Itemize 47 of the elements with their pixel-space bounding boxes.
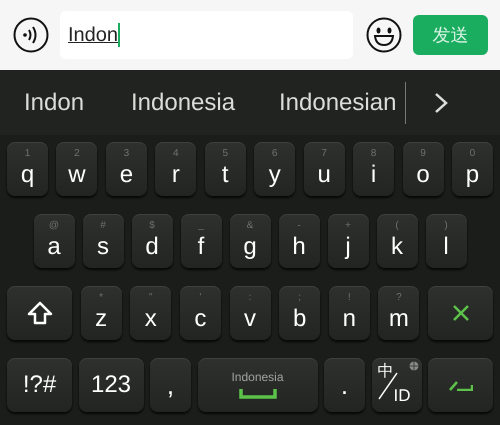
letter-key[interactable]: - h xyxy=(278,214,320,268)
delete-key[interactable] xyxy=(428,286,493,340)
letter-key[interactable]: 2 w xyxy=(56,142,98,196)
suggestion-item[interactable]: Indon xyxy=(24,84,131,120)
letter-key[interactable]: ' c xyxy=(180,286,221,340)
punctuation-key[interactable]: , xyxy=(150,358,191,412)
globe-icon xyxy=(408,361,418,371)
suggestion-item[interactable]: Indonesian xyxy=(279,84,396,120)
enter-key[interactable] xyxy=(428,358,493,412)
letter-key[interactable]: ; b xyxy=(279,286,320,340)
suggestion-item[interactable]: Indonesia xyxy=(131,84,279,120)
shift-key[interactable] xyxy=(7,286,72,340)
chevron-right-icon xyxy=(434,92,448,114)
letter-key[interactable]: ? m xyxy=(378,286,420,340)
letter-key[interactable]: _ f xyxy=(180,214,222,268)
letter-key[interactable]: 1 q xyxy=(7,142,48,196)
close-icon xyxy=(452,304,470,322)
letter-key[interactable]: + j xyxy=(328,214,368,268)
letter-key[interactable]: 9 o xyxy=(402,142,444,196)
letter-key[interactable]: # s xyxy=(82,214,124,268)
letter-key[interactable]: : v xyxy=(230,286,270,340)
space-bar-icon xyxy=(238,389,276,399)
letter-key[interactable]: ! n xyxy=(328,286,370,340)
smiley-icon xyxy=(365,16,403,54)
letter-key[interactable]: 0 p xyxy=(452,142,493,196)
punctuation-key[interactable]: . xyxy=(324,358,365,412)
letter-key[interactable]: 6 y xyxy=(254,142,296,196)
letter-key[interactable]: @ a xyxy=(34,214,74,268)
letter-key[interactable]: ( k xyxy=(376,214,418,268)
language-switch-key[interactable]: 中 ID xyxy=(372,358,422,412)
shift-arrow-icon xyxy=(26,301,52,325)
letter-key[interactable]: 5 t xyxy=(204,142,246,196)
message-field[interactable]: Indon xyxy=(60,11,353,59)
voice-icon xyxy=(12,16,50,54)
letter-key[interactable]: $ d xyxy=(132,214,172,268)
letter-key[interactable]: " x xyxy=(130,286,172,340)
letter-key[interactable]: * z xyxy=(80,286,122,340)
letter-key[interactable]: 4 r xyxy=(155,142,196,196)
space-key[interactable]: Indonesia xyxy=(198,358,318,412)
letter-key[interactable]: 3 e xyxy=(106,142,147,196)
letter-key[interactable]: 8 i xyxy=(353,142,394,196)
letter-key[interactable]: ) l xyxy=(426,214,466,268)
letter-key[interactable]: & g xyxy=(230,214,270,268)
letter-key[interactable]: 7 u xyxy=(304,142,345,196)
mode-key[interactable]: 123 xyxy=(78,358,144,412)
mode-key[interactable]: !?# xyxy=(7,358,72,412)
enter-icon xyxy=(448,379,472,391)
